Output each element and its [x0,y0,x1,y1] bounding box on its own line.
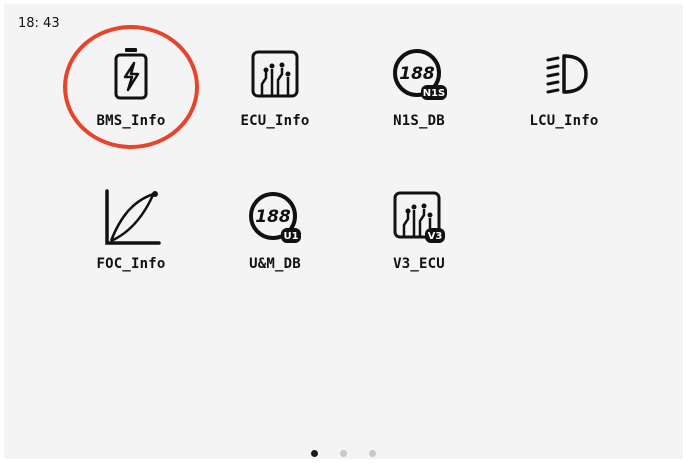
device-badge: V3 [428,231,443,242]
launcher-screen: 18: 43 BMS_Info ECU_Info 188 N1S N1S_DB … [4,4,683,459]
app-n1s-db[interactable]: 188 N1S N1S_DB [359,34,479,154]
device-badge: U1 [283,231,298,242]
app-lcu-info[interactable]: LCU_Info [504,34,624,154]
curve-graph-icon [71,177,191,257]
app-label: N1S_DB [393,113,445,129]
app-label: BMS_Info [96,113,166,129]
app-v3-ecu[interactable]: V3 V3_ECU [359,177,479,297]
app-label: ECU_Info [240,113,310,129]
app-bms-info[interactable]: BMS_Info [71,34,191,154]
app-label: LCU_Info [529,113,599,129]
app-um-db[interactable]: 188 U1 U&M_DB [215,177,335,297]
status-time: 18: 43 [18,16,60,31]
app-label: V3_ECU [393,256,445,272]
battery-bolt-icon [71,34,191,114]
app-label: U&M_DB [249,256,301,272]
page-indicator [4,450,683,457]
headlight-icon [504,34,624,114]
svg-text:188: 188 [399,64,435,84]
app-ecu-info[interactable]: ECU_Info [215,34,335,154]
app-foc-info[interactable]: FOC_Info [71,177,191,297]
page-dot-active[interactable] [311,450,318,457]
app-label: FOC_Info [96,256,166,272]
circuit-board-icon: V3 [359,177,479,257]
circuit-board-icon [215,34,335,114]
device-badge: N1S [423,88,446,99]
speedometer-display-icon: 188 N1S [359,34,479,114]
page-dot[interactable] [340,450,347,457]
speedometer-display-icon: 188 U1 [215,177,335,257]
svg-text:188: 188 [255,207,291,227]
page-dot[interactable] [369,450,376,457]
